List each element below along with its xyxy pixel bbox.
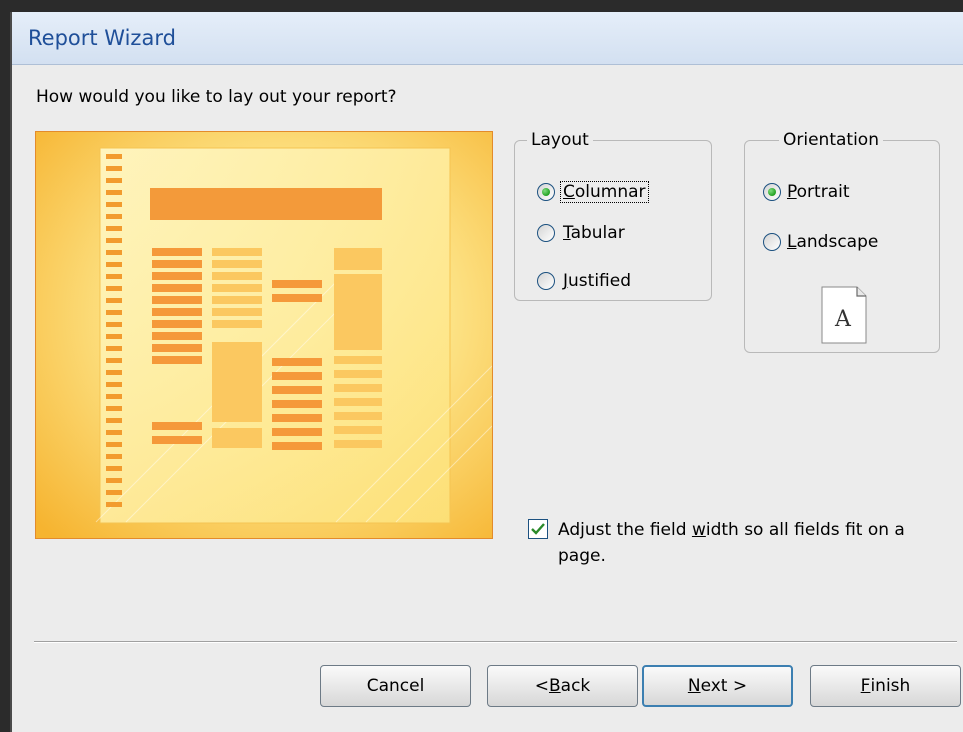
binding-mark: [106, 262, 122, 267]
orientation-group: Orientation Portrait Landscape A: [744, 130, 940, 353]
report-wizard-dialog: Report Wizard How would you like to lay …: [10, 12, 963, 732]
title-bar: Report Wizard: [12, 12, 963, 65]
columnar-report-preview-icon: [36, 132, 492, 538]
radio-portrait-indicator[interactable]: [763, 183, 781, 201]
binding-mark: [106, 406, 122, 411]
binding-mark: [106, 274, 122, 279]
radio-portrait-label: Portrait: [787, 182, 850, 202]
radio-justified-label: Justified: [561, 271, 633, 291]
back-button-accesskey: B: [548, 676, 561, 696]
radio-justified[interactable]: Justified: [537, 271, 633, 291]
radio-tabular-accesskey: T: [563, 223, 571, 243]
back-button-rest: ack: [560, 676, 591, 696]
radio-justified-label-rest: ustified: [568, 271, 631, 291]
radio-landscape-label-rest: andscape: [796, 232, 879, 252]
finish-button-rest: inish: [870, 676, 911, 696]
binding-mark: [106, 286, 122, 291]
binding-mark: [106, 154, 122, 159]
orientation-legend: Orientation: [783, 130, 879, 150]
next-button[interactable]: Next >: [642, 665, 793, 707]
fit-width-label[interactable]: Adjust the field width so all fields fit…: [558, 517, 938, 569]
binding-mark: [106, 466, 122, 471]
radio-tabular[interactable]: Tabular: [537, 223, 627, 243]
binding-mark: [106, 502, 122, 507]
radio-columnar-indicator[interactable]: [537, 183, 555, 201]
layout-group: Layout Columnar Tabular Justified: [514, 130, 712, 301]
layout-preview-image: [35, 131, 493, 539]
radio-tabular-indicator[interactable]: [537, 224, 555, 242]
binding-mark: [106, 454, 122, 459]
radio-justified-indicator[interactable]: [537, 272, 555, 290]
binding-mark: [106, 430, 122, 435]
back-button[interactable]: < Back: [487, 665, 638, 707]
orientation-icon-letter: A: [834, 307, 852, 332]
binding-mark: [106, 250, 122, 255]
binding-mark: [106, 226, 122, 231]
footer-separator: [34, 641, 957, 643]
radio-tabular-label-rest: abular: [570, 223, 625, 243]
binding-mark: [106, 382, 122, 387]
cancel-button[interactable]: Cancel: [320, 665, 471, 707]
back-button-prefix: <: [534, 676, 549, 696]
binding-mark: [106, 334, 122, 339]
radio-landscape-indicator[interactable]: [763, 233, 781, 251]
radio-landscape-label: Landscape: [787, 232, 878, 252]
binding-mark: [106, 298, 122, 303]
fit-width-label-start: Adjust the field: [558, 520, 692, 540]
fit-width-accesskey: w: [691, 520, 706, 540]
binding-mark: [106, 166, 122, 171]
fit-width-checkbox[interactable]: [528, 519, 548, 539]
binding-mark: [106, 178, 122, 183]
wizard-prompt: How would you like to lay out your repor…: [36, 87, 397, 107]
next-button-accesskey: N: [687, 676, 701, 696]
binding-mark: [106, 442, 122, 447]
binding-mark: [106, 322, 122, 327]
radio-columnar-label-rest: olumnar: [574, 182, 646, 202]
binding-mark: [106, 310, 122, 315]
radio-columnar-accesskey: C: [563, 182, 575, 202]
binding-mark: [106, 190, 122, 195]
checkmark-icon: [531, 523, 545, 535]
binding-mark: [106, 370, 122, 375]
radio-columnar-label: Columnar: [560, 181, 649, 203]
window-title: Report Wizard: [28, 26, 176, 50]
finish-button[interactable]: Finish: [810, 665, 961, 707]
binding-mark: [106, 478, 122, 483]
radio-landscape[interactable]: Landscape: [763, 232, 878, 252]
screen-background: Report Wizard How would you like to lay …: [0, 0, 963, 732]
radio-portrait-accesskey: P: [787, 182, 797, 202]
radio-portrait[interactable]: Portrait: [763, 182, 850, 202]
binding-mark: [106, 238, 122, 243]
finish-button-accesskey: F: [860, 676, 871, 696]
radio-columnar[interactable]: Columnar: [537, 181, 649, 203]
layout-legend: Layout: [531, 130, 589, 150]
radio-portrait-label-rest: ortrait: [796, 182, 850, 202]
radio-tabular-label: Tabular: [561, 223, 627, 243]
portrait-page-icon: A: [821, 286, 867, 344]
binding-mark: [106, 394, 122, 399]
binding-mark: [106, 346, 122, 351]
binding-mark: [106, 214, 122, 219]
binding-mark: [106, 490, 122, 495]
next-button-rest: ext >: [700, 676, 748, 696]
binding-mark: [106, 358, 122, 363]
binding-mark: [106, 418, 122, 423]
binding-mark: [106, 202, 122, 207]
